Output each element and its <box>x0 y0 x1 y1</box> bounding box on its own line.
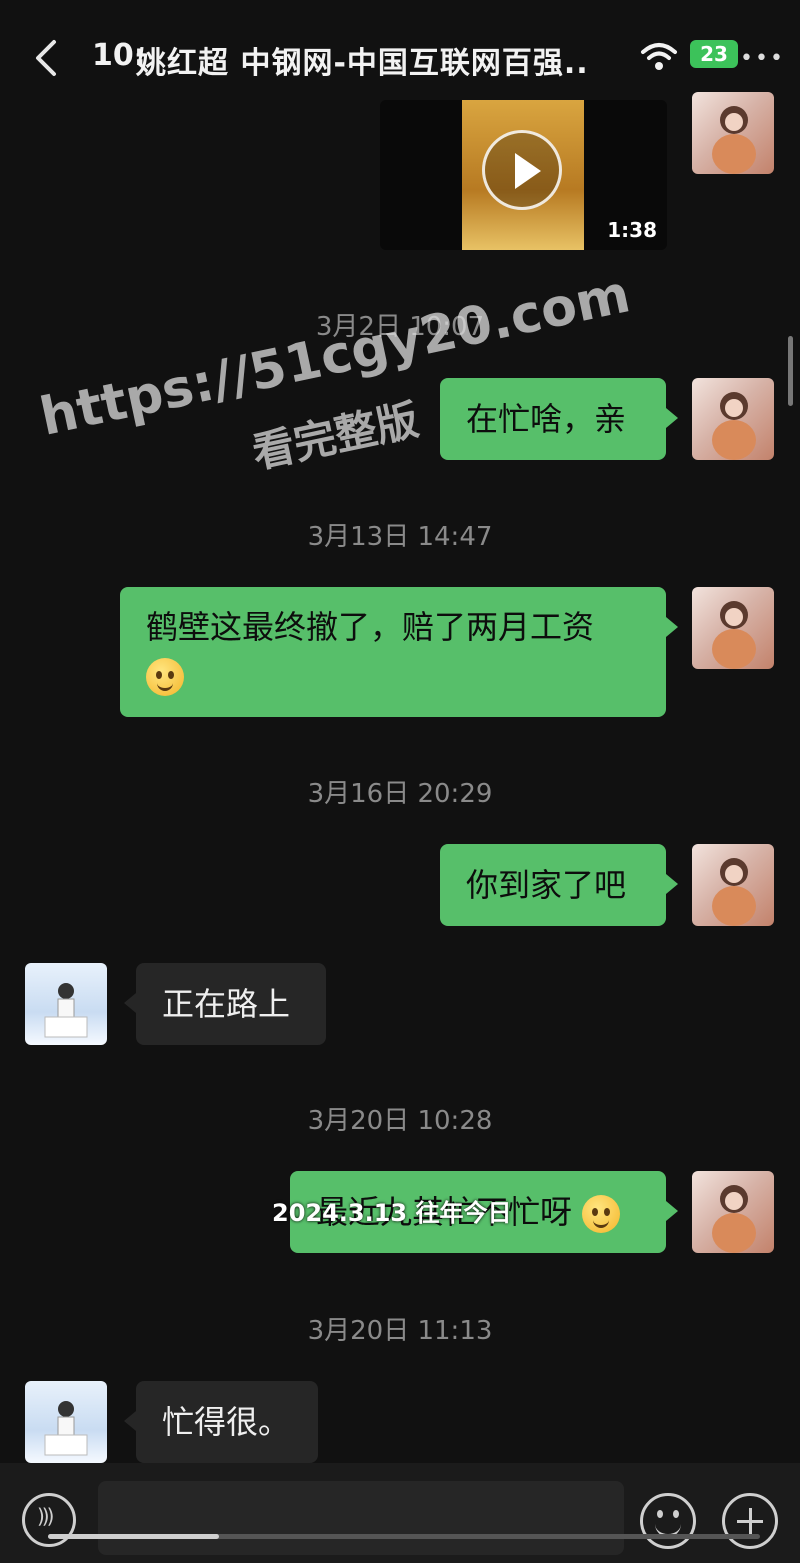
video-duration: 1:38 <box>607 218 657 242</box>
contact-avatar[interactable] <box>25 963 107 1045</box>
video-progress-bar[interactable] <box>48 1534 760 1539</box>
video-message[interactable]: 1:38 <box>380 100 667 250</box>
message-timestamp: 3月2日 10:07 <box>315 312 485 342</box>
more-options-icon[interactable]: ••• <box>740 46 783 71</box>
chat-title: 姚红超 中钢网-中国互联网百强.. <box>136 46 589 81</box>
contact-avatar[interactable] <box>25 1381 107 1463</box>
watermark-caption: 看完整版 <box>248 394 423 478</box>
my-avatar[interactable] <box>692 1171 774 1253</box>
message-bubble[interactable]: 你到家了吧 <box>440 844 678 926</box>
wifi-icon <box>640 40 678 72</box>
smile-emoji-icon <box>582 1195 621 1233</box>
my-avatar[interactable] <box>692 378 774 460</box>
message-bubble[interactable]: 鹤壁这最终撤了，赔了两月工资 <box>120 587 678 717</box>
message-timestamp: 3月20日 11:13 <box>307 1316 493 1346</box>
video-caption-overlay: 2024.3.13 往年今日 <box>272 1199 512 1227</box>
message-bubble[interactable]: 在忙啥，亲 <box>440 378 678 460</box>
my-avatar[interactable] <box>692 587 774 669</box>
message-bubble[interactable]: 正在路上 <box>124 963 326 1045</box>
battery-indicator: 23 <box>690 40 738 68</box>
message-bubble[interactable]: 忙得很。 <box>124 1381 318 1463</box>
input-bar <box>0 1463 800 1563</box>
message-timestamp: 3月20日 10:28 <box>307 1106 493 1136</box>
video-progress-fill <box>48 1534 219 1539</box>
message-timestamp: 3月16日 20:29 <box>307 779 493 809</box>
message-timestamp: 3月13日 14:47 <box>307 522 493 552</box>
back-icon[interactable] <box>28 36 68 80</box>
emoji-icon[interactable] <box>640 1493 696 1549</box>
play-icon[interactable] <box>482 130 562 210</box>
worried-face-emoji-icon <box>146 658 184 696</box>
message-text: 鹤壁这最终撤了，赔了两月工资 <box>146 608 595 646</box>
message-input[interactable] <box>98 1481 624 1555</box>
chat-header: 10: 姚红超 中钢网-中国互联网百强.. 23 ••• <box>0 0 800 110</box>
my-avatar[interactable] <box>692 844 774 926</box>
scrollbar[interactable] <box>788 336 793 406</box>
my-avatar[interactable] <box>692 92 774 174</box>
add-icon[interactable] <box>722 1493 778 1549</box>
